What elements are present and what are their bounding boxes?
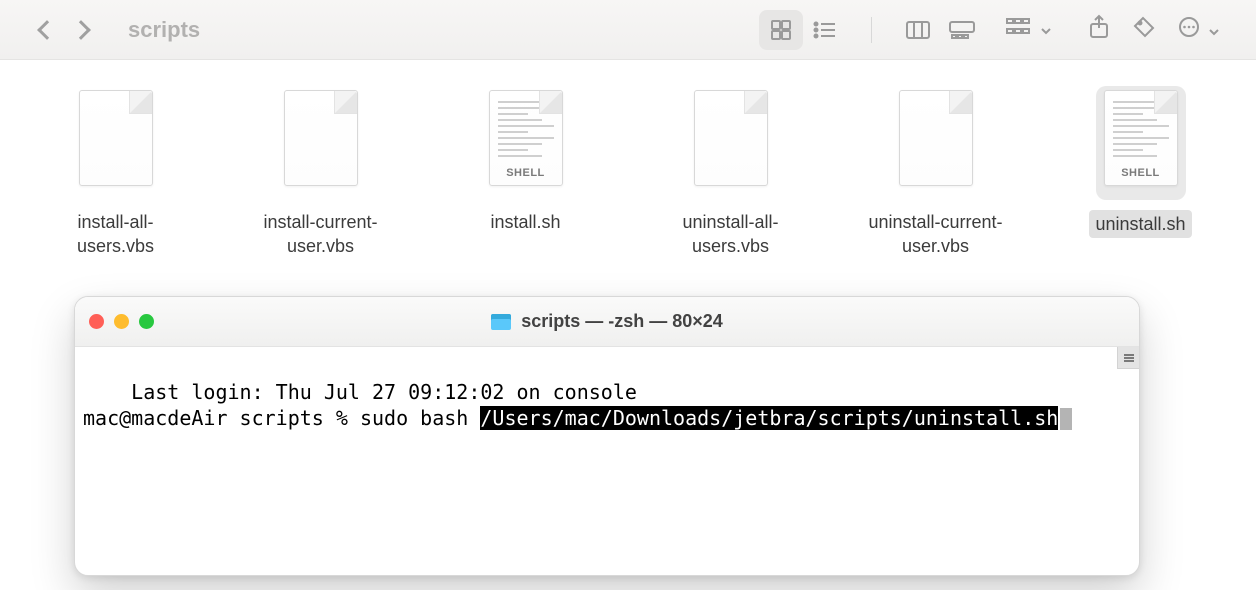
terminal-command-arg: /Users/mac/Downloads/jetbra/scripts/unin… <box>480 406 1058 430</box>
close-window-button[interactable] <box>89 314 104 329</box>
file-item[interactable]: SHELL uninstall.sh <box>1073 86 1208 259</box>
toolbar-divider <box>871 17 872 43</box>
file-item[interactable]: install-all- users.vbs <box>48 86 183 259</box>
chevron-down-icon <box>1040 25 1052 37</box>
terminal-command-prefix: sudo bash <box>360 406 480 430</box>
generic-file-icon <box>79 90 153 186</box>
share-icon <box>1088 14 1110 40</box>
toolbar-right <box>759 10 1238 50</box>
back-icon[interactable] <box>37 20 57 40</box>
ellipsis-circle-icon <box>1178 16 1200 38</box>
file-icon-wrap: SHELL <box>481 86 571 200</box>
file-icon-wrap <box>891 86 981 200</box>
terminal-title-text: scripts — -zsh — 80×24 <box>521 311 723 332</box>
terminal-window: scripts — -zsh — 80×24 Last login: Thu J… <box>74 296 1140 576</box>
file-label: uninstall-current- user.vbs <box>868 210 1002 259</box>
finder-toolbar: scripts <box>0 0 1256 60</box>
nav-arrows <box>40 23 88 37</box>
columns-icon <box>906 21 930 39</box>
tags-button[interactable] <box>1132 15 1156 44</box>
file-label: uninstall-all- users.vbs <box>682 210 778 259</box>
file-item[interactable]: uninstall-all- users.vbs <box>663 86 798 259</box>
zoom-window-button[interactable] <box>139 314 154 329</box>
tag-icon <box>1132 15 1156 39</box>
forward-icon[interactable] <box>71 20 91 40</box>
view-list-button[interactable] <box>803 10 847 50</box>
shell-badge: SHELL <box>1105 167 1177 179</box>
finder-icon-grid: install-all- users.vbs install-current- u… <box>0 60 1256 259</box>
terminal-scroll-indicator[interactable] <box>1117 347 1139 369</box>
shell-file-icon: SHELL <box>1104 90 1178 186</box>
file-icon-wrap <box>276 86 366 200</box>
generic-file-icon <box>899 90 973 186</box>
hamburger-icon <box>1122 351 1136 365</box>
view-gallery-button[interactable] <box>940 10 984 50</box>
terminal-title: scripts — -zsh — 80×24 <box>75 311 1139 332</box>
view-mode-segment-2 <box>896 10 984 50</box>
window-controls <box>89 314 154 329</box>
folder-icon <box>491 314 511 330</box>
file-icon-wrap: SHELL <box>1096 86 1186 200</box>
group-icon <box>1006 17 1032 37</box>
minimize-window-button[interactable] <box>114 314 129 329</box>
generic-file-icon <box>694 90 768 186</box>
terminal-cursor <box>1060 408 1072 430</box>
shell-badge: SHELL <box>490 167 562 179</box>
file-label: install-all- users.vbs <box>77 210 154 259</box>
file-label: install.sh <box>490 210 560 234</box>
share-button[interactable] <box>1088 14 1110 45</box>
terminal-body[interactable]: Last login: Thu Jul 27 09:12:02 on conso… <box>75 347 1139 575</box>
chevron-down-icon <box>1208 26 1220 38</box>
terminal-titlebar[interactable]: scripts — -zsh — 80×24 <box>75 297 1139 347</box>
view-icons-button[interactable] <box>759 10 803 50</box>
generic-file-icon <box>284 90 358 186</box>
file-item[interactable]: uninstall-current- user.vbs <box>868 86 1003 259</box>
gallery-icon <box>949 21 975 39</box>
file-icon-wrap <box>686 86 776 200</box>
list-icon <box>813 20 837 40</box>
group-by-button[interactable] <box>1006 17 1066 42</box>
view-mode-segment <box>759 10 847 50</box>
grid-icon <box>770 19 792 41</box>
terminal-login-line: Last login: Thu Jul 27 09:12:02 on conso… <box>131 380 637 404</box>
view-columns-button[interactable] <box>896 10 940 50</box>
finder-title: scripts <box>128 17 741 43</box>
file-label: uninstall.sh <box>1089 210 1191 238</box>
file-label: install-current- user.vbs <box>263 210 377 259</box>
more-actions-button[interactable] <box>1178 16 1230 43</box>
file-item[interactable]: install-current- user.vbs <box>253 86 388 259</box>
shell-file-icon: SHELL <box>489 90 563 186</box>
file-icon-wrap <box>71 86 161 200</box>
file-item[interactable]: SHELL install.sh <box>458 86 593 259</box>
terminal-prompt: mac@macdeAir scripts % <box>83 406 360 430</box>
